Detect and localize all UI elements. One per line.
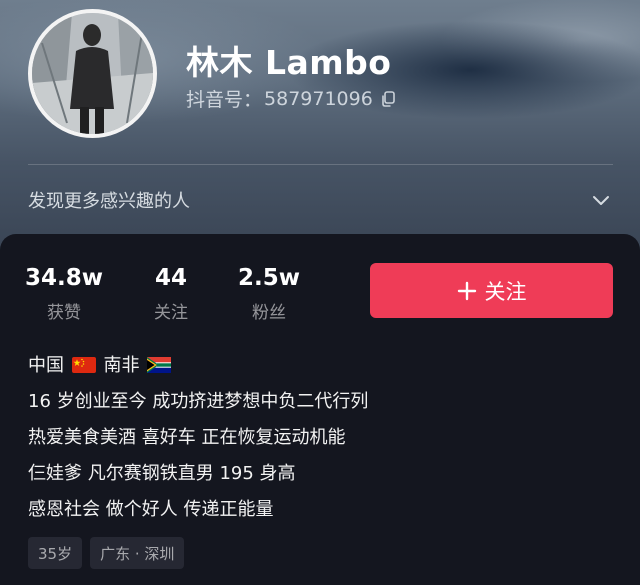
stat-value: 44 bbox=[154, 265, 187, 291]
bio-line-location: 中国 南非 bbox=[28, 348, 368, 384]
age-tag: 35岁 bbox=[28, 537, 83, 569]
stat-value: 34.8w bbox=[25, 265, 103, 291]
bio-country-china: 中国 bbox=[28, 355, 64, 376]
stat-label: 获赞 bbox=[47, 303, 81, 323]
bio-line: 16 岁创业至今 成功挤进梦想中负二代行列 bbox=[28, 391, 369, 412]
douyin-id-label: 抖音号 bbox=[186, 89, 244, 111]
plus-icon bbox=[457, 281, 476, 300]
south-africa-flag-icon bbox=[147, 357, 172, 373]
avatar[interactable] bbox=[28, 9, 157, 138]
bio-country-south-africa: 南非 bbox=[103, 355, 140, 376]
discover-more-label: 发现更多感兴趣的人 bbox=[28, 191, 190, 212]
china-flag-icon bbox=[71, 357, 96, 373]
bio-line: 热爱美食美酒 喜好车 正在恢复运动机能 bbox=[28, 427, 346, 448]
follow-button-label: 关注 bbox=[484, 279, 527, 304]
chevron-down-icon[interactable] bbox=[591, 190, 611, 210]
copy-icon[interactable] bbox=[379, 90, 397, 108]
profile-tags: 35岁 广东 · 深圳 bbox=[28, 537, 185, 569]
bio: 中国 南非 16 岁创业至今 成功挤进梦想中负二代行列 热爱美食美酒 喜好车 正… bbox=[28, 348, 368, 528]
profile-header: 林木 Lambo 抖音号： 587971096 发现更多感兴趣的人 bbox=[0, 0, 640, 250]
header-divider bbox=[28, 164, 613, 165]
douyin-id-value: 587971096 bbox=[264, 87, 373, 110]
profile-name: 林木 Lambo bbox=[186, 43, 392, 82]
stat-likes[interactable]: 34.8w 获赞 bbox=[14, 264, 114, 323]
profile-card: 34.8w 获赞 44 关注 2.5w 粉丝 关注 中国 南非 16 岁创业至今… bbox=[0, 234, 640, 585]
location-tag: 广东 · 深圳 bbox=[90, 537, 185, 569]
avatar-photo bbox=[32, 13, 153, 134]
follow-button[interactable]: 关注 bbox=[370, 263, 613, 318]
stat-label: 粉丝 bbox=[252, 303, 286, 323]
stat-label: 关注 bbox=[154, 303, 188, 323]
stat-followers[interactable]: 2.5w 粉丝 bbox=[219, 264, 319, 323]
bio-line: 仨娃爹 凡尔赛钢铁直男 195 身高 bbox=[28, 463, 296, 484]
bio-line: 感恩社会 做个好人 传递正能量 bbox=[28, 499, 274, 520]
stat-value: 2.5w bbox=[238, 265, 300, 291]
stat-following[interactable]: 44 关注 bbox=[121, 264, 221, 323]
douyin-id[interactable]: 抖音号： 587971096 bbox=[186, 85, 397, 112]
douyin-id-separator: ： bbox=[243, 89, 263, 111]
discover-more-row[interactable]: 发现更多感兴趣的人 bbox=[28, 178, 613, 222]
